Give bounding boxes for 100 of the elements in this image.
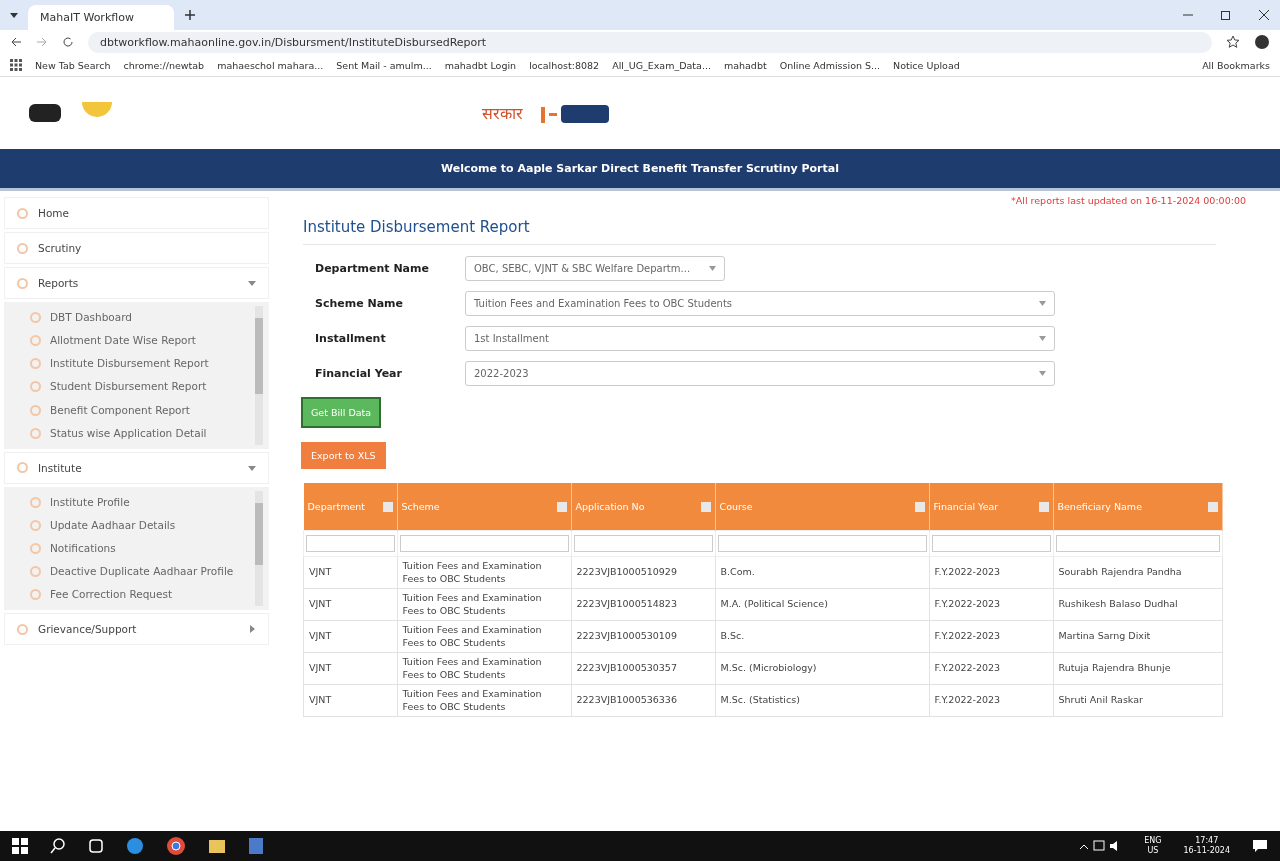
- all-bookmarks-link[interactable]: All Bookmarks: [1202, 59, 1270, 71]
- table-cell: M.Sc. (Statistics): [715, 684, 929, 717]
- table-cell: M.Sc. (Microbiology): [715, 652, 929, 685]
- filter-field[interactable]: [717, 535, 927, 552]
- caret-icon: [1039, 301, 1046, 306]
- sidebar-subitem[interactable]: DBT Dashboard: [24, 306, 255, 330]
- table-cell: Rushikesh Balaso Dudhal: [1053, 588, 1223, 621]
- bookmark-link[interactable]: mahadbt: [723, 59, 767, 71]
- sidebar-subitem[interactable]: Institute Profile: [24, 490, 255, 514]
- page-title: Institute Disbursement Report: [303, 206, 1216, 245]
- field-label: Scheme Name: [315, 297, 405, 310]
- table-cell: Rutuja Rajendra Bhunje: [1053, 652, 1223, 685]
- filter-field[interactable]: [573, 535, 713, 552]
- update-notice: *All reports last updated on 16-11-2024 00:00:00: [1010, 195, 1247, 206]
- table-cell: Shruti Anil Raskar: [1053, 684, 1223, 717]
- folder-icon[interactable]: [208, 838, 226, 854]
- field-label: Department Name: [315, 262, 430, 275]
- field-label: Installment: [315, 332, 387, 345]
- task-view-icon[interactable]: [88, 838, 104, 854]
- portal-logo-icon: [541, 103, 611, 123]
- sidebar-subitem[interactable]: Update Aadhaar Details: [24, 513, 255, 537]
- caret-icon: [1039, 336, 1046, 341]
- notification-icon[interactable]: [1252, 838, 1268, 854]
- table-cell: Tuition Fees and Examination Fees to OBC Students: [397, 588, 571, 621]
- field-label: Financial Year: [315, 367, 403, 380]
- region-label: US: [1147, 846, 1159, 856]
- table-cell: VJNT: [303, 684, 397, 717]
- bookmark-link[interactable]: Sent Mail - amulm...: [336, 59, 432, 71]
- star-icon[interactable]: [1226, 35, 1240, 49]
- table-cell: M.A. (Political Science): [715, 588, 929, 621]
- bookmark-link[interactable]: Notice Upload: [893, 59, 960, 71]
- caret-icon: [1039, 371, 1046, 376]
- table-cell: Tuition Fees and Examination Fees to OBC Students: [397, 556, 571, 589]
- bookmark-link[interactable]: New Tab Search: [35, 59, 111, 71]
- dropdown-field[interactable]: 1st Installment: [465, 326, 1055, 351]
- filter-field[interactable]: [399, 535, 569, 552]
- table-cell: B.Sc.: [715, 620, 929, 653]
- bookmark-link[interactable]: chrome://newtab: [123, 59, 205, 71]
- table-cell: VJNT: [303, 620, 397, 653]
- bookmark-link[interactable]: mahaeschol mahara...: [217, 59, 324, 71]
- dropdown-field[interactable]: OBC, SEBC, VJNT & SBC Welfare Departm...: [465, 256, 725, 281]
- bookmark-link[interactable]: mahadbt Login: [444, 59, 517, 71]
- back-icon[interactable]: [10, 36, 22, 48]
- sidebar-subitem[interactable]: Benefit Component Report: [24, 398, 255, 422]
- sidebar-group[interactable]: Grievance/Support: [4, 613, 269, 646]
- table-cell: VJNT: [303, 588, 397, 621]
- sidebar-subitem[interactable]: Institute Disbursement Report: [24, 352, 255, 376]
- table-cell: 2223VJB1000510929: [571, 556, 715, 589]
- table-cell: VJNT: [303, 556, 397, 589]
- chevron-icon: [248, 463, 256, 472]
- bookmark-link[interactable]: All_UG_Exam_Data...: [612, 59, 711, 71]
- bookmark-link[interactable]: localhost:8082: [529, 59, 600, 71]
- clock-time: 17:47: [1195, 836, 1219, 846]
- document-icon[interactable]: [248, 837, 264, 855]
- table-cell: VJNT: [303, 652, 397, 685]
- caret-icon: [709, 266, 716, 271]
- sidebar-subitem[interactable]: Status wise Application Detail: [24, 421, 255, 445]
- browser-tab[interactable]: MahaIT Workflow: [28, 5, 174, 30]
- new-tab-icon[interactable]: [183, 9, 196, 21]
- table-cell: 2223VJB1000530109: [571, 620, 715, 653]
- table-cell: Tuition Fees and Examination Fees to OBC Students: [397, 620, 571, 653]
- sidebar-subitem[interactable]: Allotment Date Wise Report: [24, 329, 255, 353]
- close-icon[interactable]: [1258, 9, 1270, 21]
- table-cell: 2223VJB1000514823: [571, 588, 715, 621]
- table-cell: F.Y.2022-2023: [929, 684, 1053, 717]
- search-icon[interactable]: [50, 838, 66, 854]
- dropdown-field[interactable]: 2022-2023: [465, 361, 1055, 386]
- sidebar-group[interactable]: Institute: [4, 451, 269, 484]
- table-cell: Sourabh Rajendra Pandha: [1053, 556, 1223, 589]
- sidebar-subitem[interactable]: Notifications: [24, 537, 255, 561]
- apps-grid-icon[interactable]: [10, 59, 22, 71]
- sidebar-group[interactable]: Reports: [4, 267, 269, 299]
- filter-field[interactable]: [306, 535, 395, 552]
- sidebar-subitem[interactable]: Student Disbursement Report: [24, 375, 255, 399]
- table-cell: F.Y.2022-2023: [929, 652, 1053, 685]
- table-cell: 2223VJB1000530357: [571, 652, 715, 685]
- table-cell: B.Com.: [715, 556, 929, 589]
- sidebar-subitem[interactable]: Fee Correction Request: [24, 583, 255, 607]
- bookmark-link[interactable]: Online Admission S...: [779, 59, 881, 71]
- reload-icon[interactable]: [62, 36, 74, 48]
- filter-field[interactable]: [1055, 535, 1220, 552]
- sidebar-item[interactable]: Home: [4, 197, 269, 229]
- table-cell: Tuition Fees and Examination Fees to OBC Students: [397, 684, 571, 717]
- restore-icon[interactable]: [1220, 9, 1232, 21]
- address-field[interactable]: dbtworkflow.mahaonline.gov.in/Disbursment/InstituteDisbursedReport: [88, 31, 1212, 53]
- tab-list-icon[interactable]: [10, 12, 18, 18]
- dropdown-field[interactable]: Tuition Fees and Examination Fees to OBC Students: [465, 291, 1055, 316]
- language-label: ENG: [1144, 836, 1162, 846]
- logo-text: सरकार: [482, 103, 523, 124]
- table-cell: F.Y.2022-2023: [929, 588, 1053, 621]
- windows-start-icon[interactable]: [12, 838, 28, 854]
- table-cell: 2223VJB1000536336: [571, 684, 715, 717]
- clock-date: 16-11-2024: [1183, 846, 1230, 856]
- chevron-icon: [248, 625, 256, 634]
- table-cell: F.Y.2022-2023: [929, 556, 1053, 589]
- sidebar-item[interactable]: Scrutiny: [4, 232, 269, 264]
- filter-field[interactable]: [931, 535, 1051, 552]
- sidebar-subitem[interactable]: Deactive Duplicate Aadhaar Profile: [24, 560, 255, 584]
- profile-icon[interactable]: [1254, 34, 1270, 50]
- chevron-icon: [248, 279, 256, 287]
